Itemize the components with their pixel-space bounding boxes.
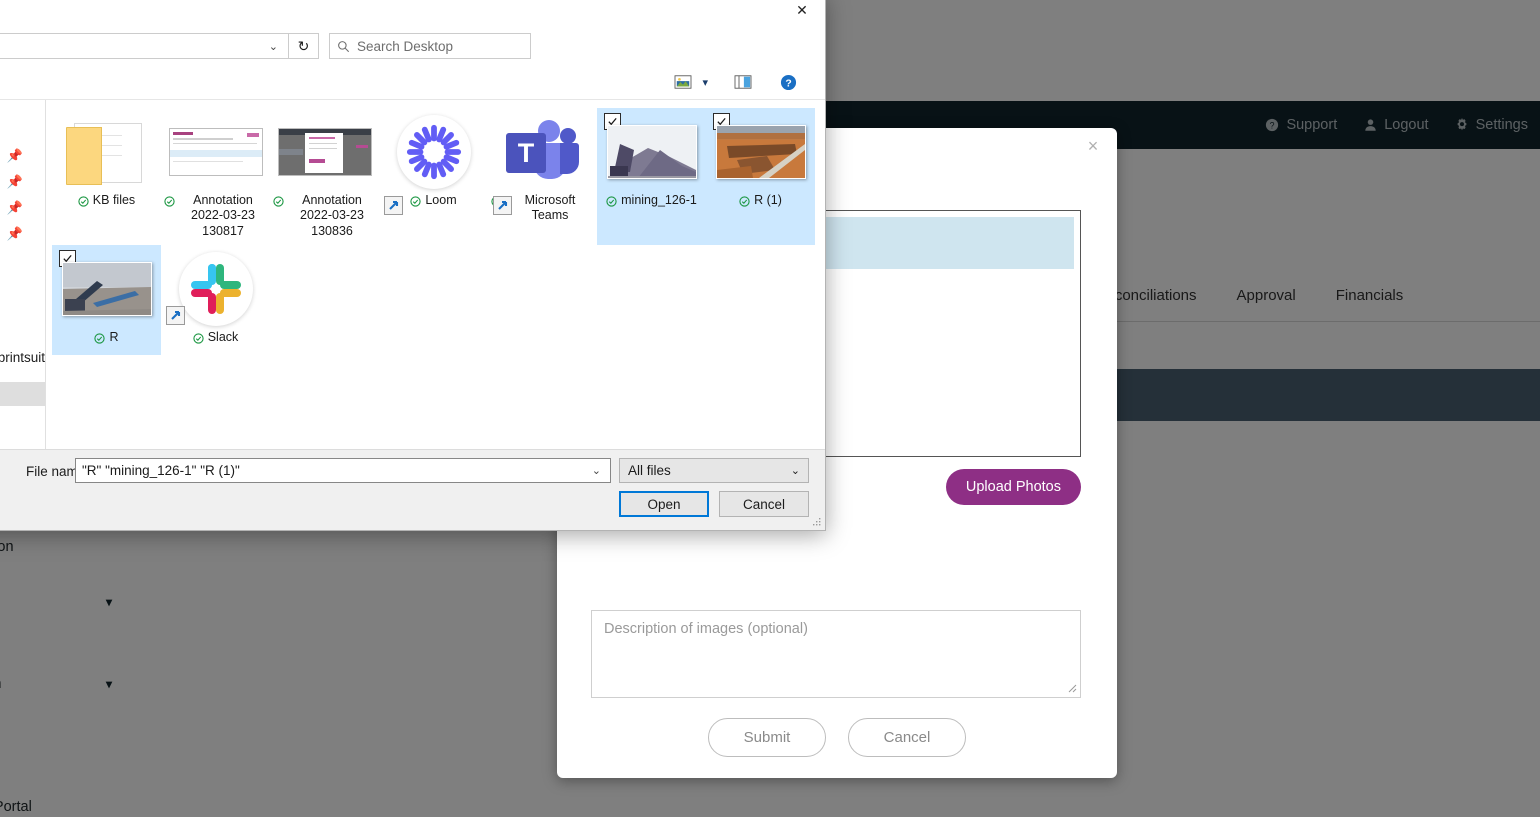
shortcut-overlay-icon (166, 305, 185, 325)
cloud-synced-icon (163, 194, 175, 212)
pin-icon-3: 📌 (6, 200, 23, 215)
shortcut-overlay-icon (493, 195, 512, 215)
file-item-mining-126-1[interactable]: mining_126-1 (597, 108, 706, 245)
upload-photos-button[interactable]: Upload Photos (945, 469, 1081, 505)
file-name: Annotation 2022-03-23 130817 (191, 193, 255, 238)
pin-icon-2: 📌 (6, 174, 23, 189)
cancel-button[interactable]: Cancel (848, 718, 966, 757)
file-name: Annotation 2022-03-23 130836 (300, 193, 364, 238)
photo-thumb-wrap (713, 114, 809, 190)
preview-pane-icon[interactable] (734, 74, 752, 90)
search-placeholder: Search Desktop (357, 38, 454, 54)
cloud-synced-icon (78, 194, 89, 212)
file-item-slack[interactable]: Slack (161, 245, 270, 355)
file-name-input-wrap[interactable]: ⌄ (75, 458, 611, 483)
file-name: KB files (92, 193, 136, 207)
dialog-toolbar: lew folder ▾ ? (0, 65, 825, 99)
file-name-history-caret[interactable]: ⌄ (583, 464, 610, 477)
navpane-selected-item[interactable] (0, 382, 45, 406)
file-label-line: Annotation 2022-03-23 130817 (163, 193, 268, 239)
address-bar[interactable]: › This PC › Desktop › ⌄ (0, 33, 289, 59)
file-name: R (1) (754, 193, 782, 207)
file-label-line: mining_126-1 (600, 193, 704, 212)
cloud-synced-icon (410, 194, 421, 212)
slack-icon (178, 251, 253, 326)
chevron-down-icon: ⌄ (790, 465, 800, 477)
file-label-line: KB files (55, 193, 159, 212)
microsoft-teams-icon: T (504, 117, 582, 187)
dialog-close-icon[interactable]: ✕ (779, 0, 825, 25)
cloud-synced-icon (272, 194, 284, 212)
photo-thumb-wrap (59, 251, 155, 327)
file-label-line: Annotation 2022-03-23 130836 (272, 193, 377, 239)
dialog-resize-grip[interactable] (812, 517, 822, 527)
file-name-input[interactable] (76, 462, 583, 479)
file-item-loom[interactable]: Loom (379, 108, 488, 245)
teams-thumb-wrap: T (495, 114, 591, 190)
dialog-title-bar: ✕ (0, 0, 825, 27)
dialog-footer: File name: ⌄ All files ⌄ Open Cancel (0, 449, 825, 530)
folder-thumb-wrap (59, 114, 155, 190)
file-item-r-1[interactable]: R (1) (706, 108, 815, 245)
navpane-truncated-label[interactable]: printsuit (0, 350, 45, 365)
loom-thumb-wrap (386, 114, 482, 190)
view-dropdown-caret[interactable]: ▾ (702, 76, 708, 89)
toolbar-right-group: ▾ ? (674, 74, 825, 91)
file-item-annotation-130817[interactable]: Annotation 2022-03-23 130817 (161, 108, 270, 245)
file-label-line: R (55, 330, 159, 349)
description-textarea[interactable] (591, 610, 1081, 698)
file-label-line: R (1) (709, 193, 813, 212)
search-icon (330, 40, 357, 53)
screen: ? Support Logout Settings (0, 0, 1540, 817)
dialog-content: 📌 📌 📌 📌 printsuit KB files Annotation 20… (0, 99, 825, 450)
document-thumbnail-dark (277, 128, 372, 176)
doc-thumb-wrap (168, 114, 264, 190)
file-name: R (109, 329, 119, 344)
photo-thumbnail-mining (606, 125, 697, 179)
svg-text:T: T (517, 138, 534, 168)
file-type-filter-value: All files (628, 463, 671, 478)
doc-thumb-wrap (277, 114, 373, 190)
cloud-synced-icon (606, 194, 617, 212)
submit-button[interactable]: Submit (708, 718, 826, 757)
photo-thumbnail-r (61, 261, 152, 316)
pin-icon-4: 📌 (6, 226, 23, 241)
cloud-synced-icon (94, 331, 106, 349)
modal-close-button[interactable]: × (1083, 136, 1103, 156)
refresh-button[interactable]: ↻ (289, 33, 319, 59)
file-item-annotation-130836[interactable]: Annotation 2022-03-23 130836 (270, 108, 379, 245)
help-icon[interactable]: ? (780, 74, 797, 91)
document-thumbnail-light (168, 128, 263, 176)
view-layout-icon[interactable] (674, 74, 692, 90)
cloud-synced-icon (739, 194, 750, 212)
open-button[interactable]: Open (619, 491, 709, 517)
file-label-line: Slack (164, 330, 268, 349)
pin-icon-1: 📌 (6, 148, 23, 163)
modal-actions: Submit Cancel (557, 718, 1117, 757)
shortcut-overlay-icon (384, 195, 403, 215)
loom-icon (396, 115, 471, 189)
folder-icon (65, 119, 148, 185)
file-name: Loom (425, 193, 457, 207)
file-list: KB files Annotation 2022-03-23 130817 An… (46, 100, 825, 450)
navigation-pane: 📌 📌 📌 📌 printsuit (0, 100, 46, 450)
file-name: mining_126-1 (621, 193, 697, 207)
file-name: Slack (207, 329, 239, 344)
photo-thumbnail-r1 (715, 125, 806, 179)
cloud-synced-icon (193, 331, 204, 349)
file-type-filter[interactable]: All files ⌄ (619, 458, 809, 483)
file-open-dialog: ✕ ‹ › ↑ › This PC › Desktop › ⌄ ↻ (0, 0, 826, 531)
dialog-nav-bar: ‹ › ↑ › This PC › Desktop › ⌄ ↻ Search D… (0, 27, 825, 65)
file-grid: KB files Annotation 2022-03-23 130817 An… (52, 108, 819, 355)
file-name: Microsoft Teams (524, 193, 576, 223)
dialog-cancel-button[interactable]: Cancel (719, 491, 809, 517)
address-dropdown-caret[interactable]: ⌄ (259, 40, 288, 53)
svg-text:?: ? (785, 78, 791, 89)
search-box[interactable]: Search Desktop (329, 33, 531, 59)
file-item-microsoft-teams[interactable]: T Microsoft Teams (488, 108, 597, 245)
file-item-r[interactable]: R (52, 244, 161, 355)
file-item-kb-files[interactable]: KB files (52, 108, 161, 245)
photo-thumb-wrap (604, 114, 700, 190)
